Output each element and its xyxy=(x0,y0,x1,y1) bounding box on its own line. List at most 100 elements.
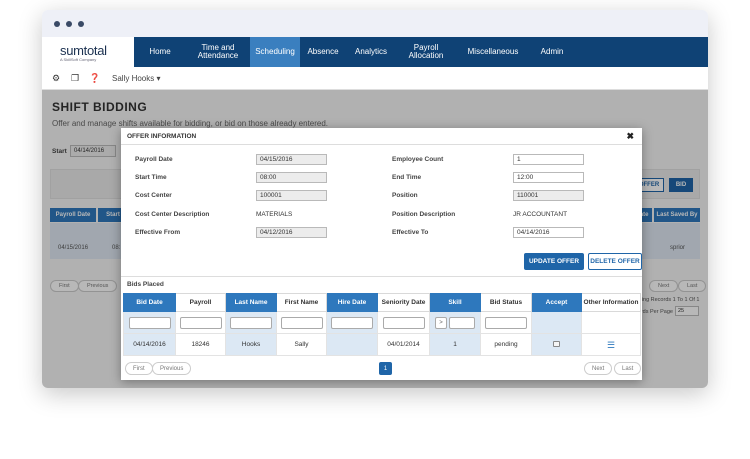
toolbar: ⚙ ❐ ❓ Sally Hooks ▾ xyxy=(42,67,708,90)
delete-offer-button[interactable]: DELETE OFFER xyxy=(588,253,642,270)
nav-payroll-allocation[interactable]: Payroll Allocation xyxy=(396,37,456,67)
end-time-label: End Time xyxy=(392,174,422,181)
position-description-label: Position Description xyxy=(392,211,456,218)
payroll-date-field[interactable]: 04/15/2016 xyxy=(256,154,327,165)
col-last-name[interactable]: Last Name xyxy=(225,293,277,312)
start-time-field[interactable]: 08:00 xyxy=(256,172,327,183)
top-nav: sumtotal A SkillSoft Company Home Time a… xyxy=(42,37,708,67)
filter-cell xyxy=(377,311,430,334)
col-first-name[interactable]: First Name xyxy=(276,293,327,312)
cell-other-information: ☰ xyxy=(581,333,641,356)
bids-table: Bid Date Payroll Last Name First Name Hi… xyxy=(123,293,641,356)
effective-from-field[interactable]: 04/12/2016 xyxy=(256,227,327,238)
cell-bid-date: 04/14/2016 xyxy=(123,333,176,356)
filter-cell xyxy=(276,311,327,334)
modal-header: OFFER INFORMATION ✖ xyxy=(121,128,642,145)
nav-scheduling[interactable]: Scheduling xyxy=(250,37,300,67)
last-name-filter[interactable] xyxy=(230,316,272,329)
filter-row: > xyxy=(123,311,641,334)
position-label: Position xyxy=(392,192,418,199)
app-window: sumtotal A SkillSoft Company Home Time a… xyxy=(42,10,708,388)
col-hire-date[interactable]: Hire Date xyxy=(326,293,378,312)
first-button[interactable]: First xyxy=(125,362,153,375)
logo-text: sumtotal xyxy=(60,42,107,58)
cost-center-description-value: MATERIALS xyxy=(256,211,293,218)
end-time-field[interactable]: 12:00 xyxy=(513,172,584,183)
col-skill[interactable]: Skill xyxy=(429,293,481,312)
col-accept[interactable]: Accept xyxy=(531,293,582,312)
effective-to-field[interactable]: 04/14/2016 xyxy=(513,227,584,238)
filter-cell: > xyxy=(429,311,481,334)
divider xyxy=(121,276,642,277)
filter-cell xyxy=(531,311,582,334)
offer-information-modal: OFFER INFORMATION ✖ Payroll Date 04/15/2… xyxy=(121,128,642,380)
filter-cell xyxy=(581,311,641,334)
seniority-date-filter[interactable] xyxy=(382,316,425,329)
nav-admin[interactable]: Admin xyxy=(530,37,574,67)
chevron-down-icon: ▾ xyxy=(156,73,161,83)
filter-cell xyxy=(175,311,226,334)
list-icon[interactable]: ☰ xyxy=(607,340,615,349)
bid-status-filter[interactable] xyxy=(485,316,527,329)
gear-icon[interactable]: ⚙ xyxy=(51,73,61,83)
cost-center-description-label: Cost Center Description xyxy=(135,211,210,218)
cost-center-field[interactable]: 100001 xyxy=(256,190,327,201)
nav-analytics[interactable]: Analytics xyxy=(346,37,396,67)
filter-cell xyxy=(480,311,532,334)
cell-accept xyxy=(531,333,582,356)
previous-button[interactable]: Previous xyxy=(152,362,192,375)
col-payroll[interactable]: Payroll xyxy=(175,293,226,312)
help-icon[interactable]: ❓ xyxy=(89,73,100,83)
effective-from-label: Effective From xyxy=(135,229,181,236)
filter-cell xyxy=(326,311,378,334)
cell-payroll: 18246 xyxy=(175,333,226,356)
skill-operator-select[interactable]: > xyxy=(435,316,447,329)
update-offer-button[interactable]: UPDATE OFFER xyxy=(524,253,584,270)
cell-last-name: Hooks xyxy=(225,333,277,356)
nav-home[interactable]: Home xyxy=(134,37,186,67)
col-bid-status[interactable]: Bid Status xyxy=(480,293,532,312)
col-seniority-date[interactable]: Seniority Date xyxy=(377,293,430,312)
bids-placed-title: Bids Placed xyxy=(127,281,164,288)
filter-cell xyxy=(123,311,176,334)
cell-seniority-date: 04/01/2014 xyxy=(377,333,430,356)
position-field[interactable]: 110001 xyxy=(513,190,584,201)
cost-center-label: Cost Center xyxy=(135,192,172,199)
hire-date-filter[interactable] xyxy=(331,316,373,329)
start-time-label: Start Time xyxy=(135,174,167,181)
payroll-date-label: Payroll Date xyxy=(135,156,173,163)
modal-title: OFFER INFORMATION xyxy=(127,132,197,140)
close-icon[interactable]: ✖ xyxy=(626,131,634,142)
position-description-value: JR ACCOUNTANT xyxy=(513,211,568,218)
skill-filter[interactable] xyxy=(449,316,475,329)
page-1-button[interactable]: 1 xyxy=(379,362,392,375)
last-button[interactable]: Last xyxy=(614,362,642,375)
bid-date-filter[interactable] xyxy=(128,316,171,329)
copy-icon[interactable]: ❐ xyxy=(70,73,80,83)
employee-count-field[interactable]: 1 xyxy=(513,154,584,165)
cell-hire-date xyxy=(326,333,378,356)
filter-cell xyxy=(225,311,277,334)
window-dot[interactable] xyxy=(54,20,60,27)
cell-first-name: Sally xyxy=(276,333,327,356)
window-chrome xyxy=(42,10,708,37)
col-bid-date[interactable]: Bid Date xyxy=(123,293,176,312)
window-dot[interactable] xyxy=(78,20,84,27)
user-selector[interactable]: Sally Hooks ▾ xyxy=(112,74,161,83)
sumtotal-logo[interactable]: sumtotal A SkillSoft Company xyxy=(42,37,134,67)
col-other-information[interactable]: Other Information xyxy=(581,293,641,312)
cell-bid-status: pending xyxy=(480,333,532,356)
effective-to-label: Effective To xyxy=(392,229,429,236)
table-row[interactable]: 04/14/2016 18246 Hooks Sally 04/01/2014 … xyxy=(123,333,641,356)
logo-subtext: A SkillSoft Company xyxy=(60,56,97,62)
nav-absence[interactable]: Absence xyxy=(300,37,346,67)
nav-time-attendance[interactable]: Time and Attendance xyxy=(186,37,250,67)
user-name: Sally Hooks xyxy=(112,73,155,83)
payroll-filter[interactable] xyxy=(179,316,222,329)
accept-checkbox[interactable] xyxy=(553,341,560,348)
nav-miscellaneous[interactable]: Miscellaneous xyxy=(456,37,530,67)
first-name-filter[interactable] xyxy=(280,316,323,329)
employee-count-label: Employee Count xyxy=(392,156,444,163)
next-button[interactable]: Next xyxy=(584,362,613,375)
window-dot[interactable] xyxy=(66,20,72,27)
